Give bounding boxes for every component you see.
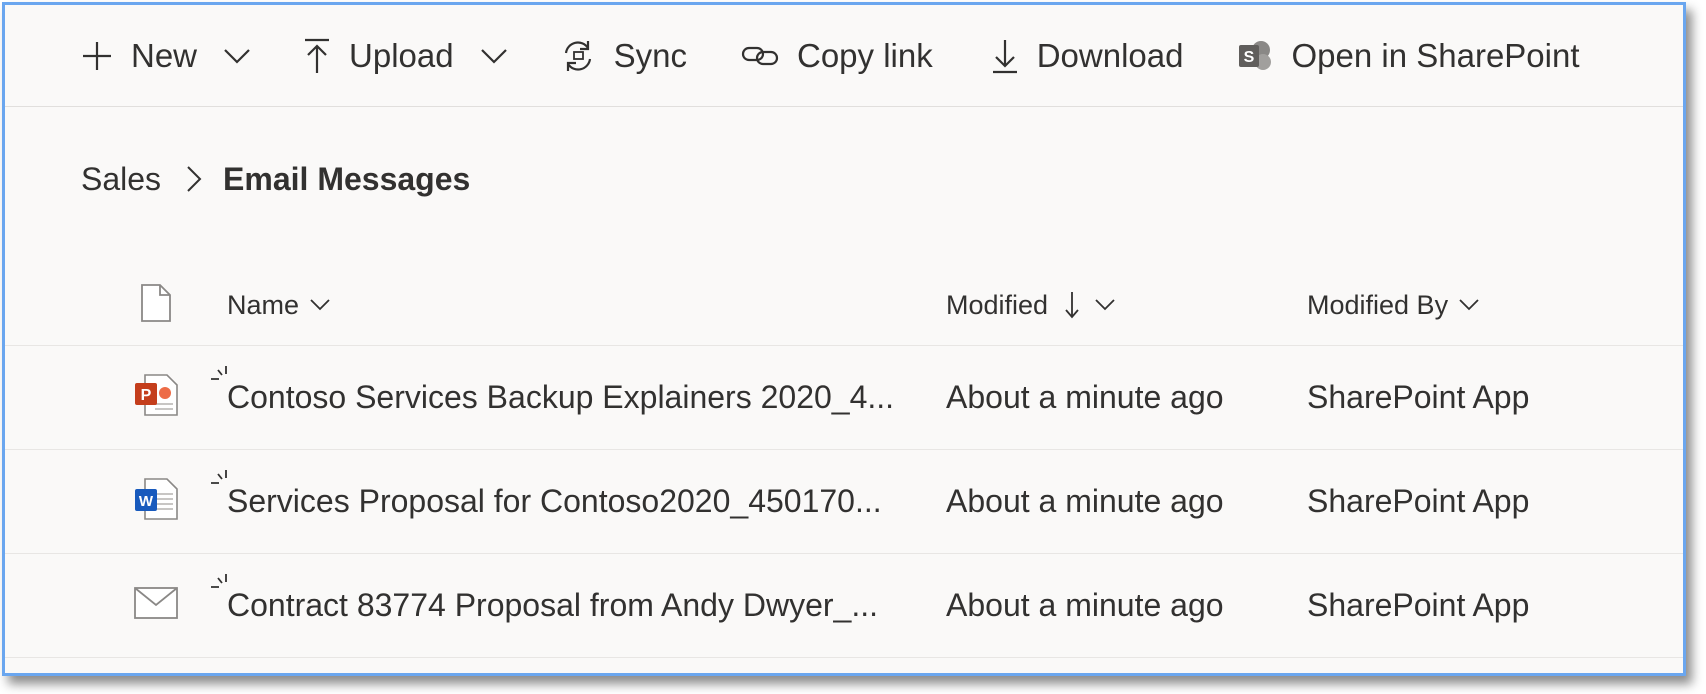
new-label: New — [131, 36, 198, 74]
modified-by-value: SharePoint App — [1307, 379, 1530, 415]
modified-column-label: Modified — [946, 289, 1049, 320]
document-library-window: New Upload Sync Copy link Download S Ope… — [2, 2, 1686, 676]
file-name[interactable]: Contoso Services Backup Explainers 2020_… — [227, 379, 894, 416]
modified-by-value: SharePoint App — [1307, 483, 1530, 519]
sync-label: Sync — [613, 36, 687, 74]
modified-by-column-header[interactable]: Modified By — [1307, 265, 1667, 345]
new-button[interactable]: New — [81, 26, 251, 86]
download-label: Download — [1036, 36, 1184, 74]
copy-link-label: Copy link — [796, 36, 933, 74]
table-row[interactable]: P Contoso Services Backup Explainers 202… — [5, 346, 1683, 450]
chevron-down-icon[interactable] — [223, 47, 251, 65]
command-bar: New Upload Sync Copy link Download S Ope… — [5, 5, 1683, 107]
name-column-label: Name — [227, 289, 300, 320]
modified-by-value: SharePoint App — [1307, 587, 1530, 623]
file-name[interactable]: Services Proposal for Contoso2020_450170… — [227, 483, 882, 520]
file-type-column-header[interactable] — [131, 265, 181, 345]
breadcrumb-item-sales[interactable]: Sales — [81, 161, 161, 198]
open-in-sharepoint-button[interactable]: S Open in SharePoint — [1237, 26, 1580, 86]
file-name[interactable]: Contract 83774 Proposal from Andy Dwyer_… — [227, 587, 878, 624]
download-icon — [991, 38, 1019, 74]
email-icon — [133, 585, 179, 626]
file-name-cell[interactable]: Contoso Services Backup Explainers 2020_… — [227, 346, 907, 449]
open-in-sharepoint-label: Open in SharePoint — [1291, 36, 1580, 74]
sync-button[interactable]: Sync — [560, 26, 687, 86]
modified-value: About a minute ago — [946, 379, 1224, 415]
list-header-row: Name Modified Modified By — [5, 265, 1683, 346]
table-row[interactable]: Contract 83774 Proposal from Andy Dwyer_… — [5, 554, 1683, 658]
chevron-down-icon[interactable] — [480, 47, 508, 65]
modified-value: About a minute ago — [946, 587, 1224, 623]
breadcrumb-current: Email Messages — [223, 160, 471, 197]
sync-icon — [560, 39, 596, 73]
modified-column-header[interactable]: Modified — [946, 265, 1266, 345]
chevron-down-icon — [309, 298, 331, 312]
sharepoint-icon: S — [1237, 38, 1273, 74]
modified-cell: About a minute ago — [946, 346, 1266, 449]
modified-by-column-label: Modified By — [1307, 289, 1449, 320]
modified-cell: About a minute ago — [946, 554, 1266, 657]
modified-by-cell: SharePoint App — [1307, 554, 1667, 657]
upload-icon — [303, 38, 331, 74]
modified-by-cell: SharePoint App — [1307, 346, 1667, 449]
sort-descending-icon — [1064, 290, 1080, 320]
upload-button[interactable]: Upload — [303, 26, 508, 86]
upload-label: Upload — [349, 36, 454, 74]
file-icon-cell: W — [131, 450, 181, 553]
link-icon — [741, 44, 779, 68]
plus-icon — [81, 40, 113, 72]
word-icon: W — [133, 477, 179, 526]
file-name-cell[interactable]: Services Proposal for Contoso2020_450170… — [227, 450, 907, 553]
modified-value: About a minute ago — [946, 483, 1224, 519]
file-icon-cell — [131, 554, 181, 657]
chevron-down-icon — [1458, 298, 1480, 312]
svg-text:P: P — [141, 387, 152, 404]
name-column-header[interactable]: Name — [227, 265, 907, 345]
document-icon — [140, 283, 172, 328]
copy-link-button[interactable]: Copy link — [741, 26, 933, 86]
powerpoint-icon: P — [133, 373, 179, 422]
file-icon-cell: P — [131, 346, 181, 449]
chevron-down-icon — [1094, 298, 1116, 312]
table-row[interactable]: W Services Proposal for Contoso2020_4501… — [5, 450, 1683, 554]
modified-by-cell: SharePoint App — [1307, 450, 1667, 553]
svg-text:W: W — [139, 493, 154, 510]
svg-text:S: S — [1244, 49, 1255, 66]
modified-cell: About a minute ago — [946, 450, 1266, 553]
download-button[interactable]: Download — [991, 26, 1184, 86]
chevron-right-icon — [185, 165, 203, 193]
breadcrumb: Sales Email Messages — [81, 155, 470, 203]
file-name-cell[interactable]: Contract 83774 Proposal from Andy Dwyer_… — [227, 554, 907, 657]
